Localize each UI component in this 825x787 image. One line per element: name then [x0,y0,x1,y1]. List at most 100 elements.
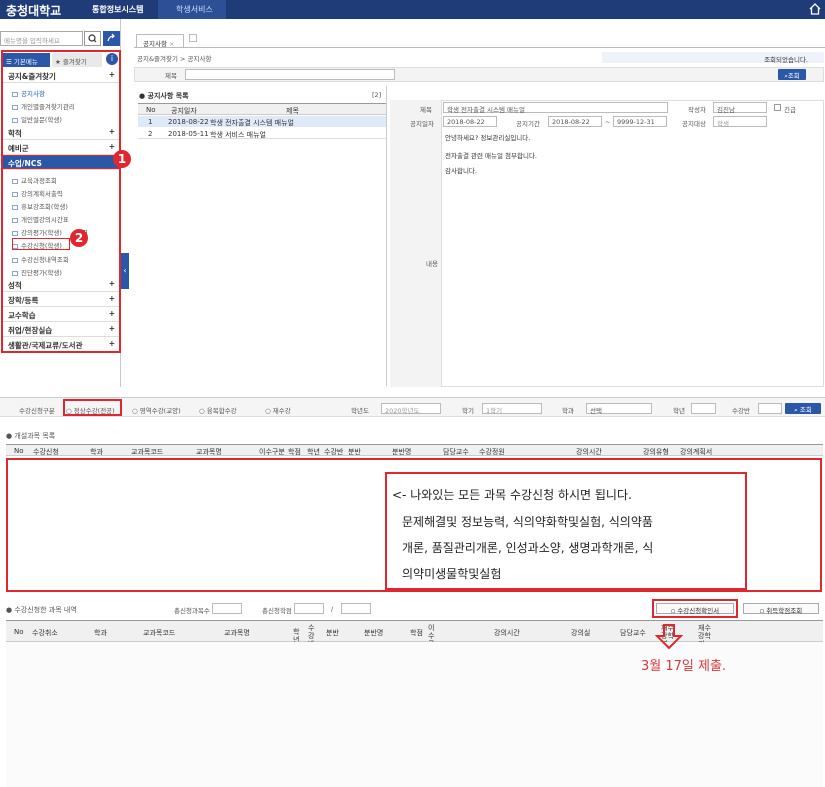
system-title: 통합정보시스템 [92,5,144,14]
class-label: 수강반 [732,407,750,415]
col-credit: 학점 [288,448,301,456]
content-line-2: 전자출결 관련 매뉴얼 첨부합니다. [445,152,537,160]
col-credit: 학점 [410,629,423,637]
col-time: 강의시간 [576,448,602,456]
col-code: 교과목코드 [131,448,164,456]
detail-target-label: 공지대상 [682,120,706,128]
detail-target-field[interactable]: 학생 [713,116,767,128]
home-icon[interactable] [809,3,821,15]
col-dept: 학과 [90,448,103,456]
radio-liberal-label: 영역수강(교양) [139,407,181,415]
term-label: 학기 [462,407,474,415]
class-input[interactable] [758,403,782,414]
notice-count: [2] [372,91,382,99]
year-label: 학년도 [351,407,369,415]
detail-title-label: 제목 [420,106,432,114]
notice-detail-panel [390,100,824,387]
table-row[interactable]: 1 2018-08-22 학생 전자출결 시스템 매뉴얼 [138,116,386,127]
search-icon[interactable] [84,31,101,46]
period-separator: ~ [605,118,611,126]
content-line-1: 안녕하세요? 정보관리실입니다. [445,134,531,142]
credit-inquiry-button-label: 취득학점조회 [766,607,803,615]
table-row[interactable]: 2 2018-05-11 학생 서비스 매뉴얼 [138,128,386,139]
detail-author-label: 작성자 [688,106,706,114]
col-date: 공지일자 [171,107,197,115]
detail-date-field[interactable]: 2018-08-22 [443,116,497,127]
reg-search-label: 조회 [799,406,812,414]
highlight-menu-box [1,50,121,353]
col-section: 분반 [348,448,361,456]
radio-regular[interactable]: ○ 정상수강(전공) [66,405,115,415]
dept-label: 학과 [562,407,574,415]
col-section-name: 분반명 [392,448,412,456]
detail-content-label: 내용 [426,260,438,268]
callout-line-2: 문제해결및 정보능력, 식의약화학및실험, 식의약품 [402,515,653,529]
radio-convergence-label: 융복합수강 [206,407,237,415]
go-icon[interactable] [103,31,120,46]
notice-list-title: ● 공지사항 목록 [139,92,189,100]
reg-type-label: 수강신청구분 [19,407,55,415]
callout-line-4: 의약미생물학및실험 [402,567,502,581]
notice-list-title-text: 공지사항 목록 [147,92,189,100]
col-lecture-type: 강의유형 [643,448,669,456]
breadcrumb: 공지&즐겨찾기 > 공지사항 [137,55,212,63]
student-service-tab[interactable]: 학생서비스 [158,0,226,19]
grade-input[interactable] [691,403,716,414]
search-button-label: 조회 [787,72,800,80]
status-message: 조회되었습니다. [602,52,824,64]
detail-author-field[interactable]: 김진남 [713,102,767,114]
detail-period-to[interactable]: 9999-12-31 [613,116,667,127]
search-button[interactable]: ⌕조회 [778,69,806,80]
annotation-2: 2 [70,229,88,247]
year-select[interactable]: 2020학년도 [381,403,441,415]
dept-select[interactable]: 선택 [586,403,652,415]
col-no: No [14,447,24,455]
row-date: 2018-08-22 [168,118,209,126]
arrow-down-icon [655,624,683,650]
confirmation-button-label: 수강신청확인서 [677,607,720,615]
total-credit-field [294,603,324,614]
col-grade: 학년 [307,448,320,456]
open-courses-title-text: 개설과목 목록 [14,432,56,440]
highlight-registration-item [12,238,70,250]
col-professor: 담당교수 [443,448,469,456]
total-credit-label: 총신청학점 [262,607,292,615]
col-cancel: 수강취소 [32,629,58,637]
new-tab-icon[interactable] [189,34,197,42]
detail-title-field[interactable]: 학생 전자출결 시스템 매뉴얼 [443,102,668,114]
done-courses-title-text: 수강신청한 과목 내역 [14,606,77,614]
urgent-label: 긴급 [784,106,796,114]
col-type: 이수구분 [259,448,285,456]
col-title: 제목 [286,107,299,115]
university-logo[interactable]: 충청대학교 [6,2,61,19]
pane-divider [386,86,387,386]
reg-search-button[interactable]: ⌕ 조회 [785,403,821,414]
radio-convergence[interactable]: ○ 융복합수강 [199,405,237,415]
title-search-input[interactable] [185,69,395,80]
confirmation-button[interactable]: ▫ 수강신청확인서 [656,603,734,615]
col-capacity: 수강정원 [479,448,505,456]
highlight-class-group [1,155,119,169]
radio-liberal[interactable]: ○ 영역수강(교양) [132,405,181,415]
top-bar: 충청대학교 통합정보시스템 학생서비스 [0,0,825,19]
col-room: 강의실 [571,629,591,637]
detail-period-from[interactable]: 2018-08-22 [548,116,602,127]
row-title: 학생 전자출결 시스템 매뉴얼 [210,119,294,127]
col-dept: 학과 [94,629,107,637]
done-courses-title: ● 수강신청한 과목 내역 [6,606,77,614]
total-count-label: 총신청과목수 [174,607,210,615]
menu-search-input[interactable]: 메뉴명을 입력하세요 [0,31,83,46]
radio-retake[interactable]: ○ 재수강 [265,405,291,415]
term-select[interactable]: 1학기 [482,403,542,415]
urgent-checkbox[interactable] [774,104,781,111]
tab-notice[interactable]: 공지사항 × [136,34,184,48]
sidebar-collapse-handle[interactable]: ‹ [121,253,129,289]
detail-period-label: 공지기간 [516,120,540,128]
col-name: 교과목명 [224,629,250,637]
col-name: 교과목명 [196,448,222,456]
tab-divider [134,47,825,48]
col-no: No [14,628,24,636]
detail-label-column [390,100,442,387]
credit-inquiry-button[interactable]: ▫ 취득학점조회 [743,603,819,615]
col-no: No [146,106,156,114]
